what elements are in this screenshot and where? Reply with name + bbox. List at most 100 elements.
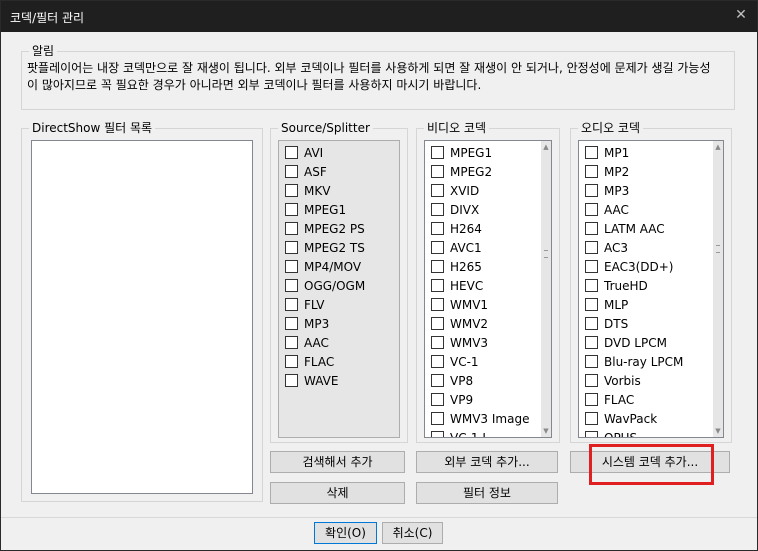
checkbox[interactable] (431, 222, 444, 235)
checkbox[interactable] (585, 393, 598, 406)
checkbox[interactable] (585, 336, 598, 349)
video-codec-item[interactable]: MPEG1 (431, 143, 492, 162)
audio-codec-item[interactable]: LATM AAC (585, 219, 665, 238)
audio-codec-list[interactable]: OPUS WavPack FLAC Vorbis Blu-ray LPCM DVD LPC… (578, 140, 724, 438)
directshow-filter-list[interactable] (31, 140, 253, 494)
checkbox[interactable] (431, 279, 444, 292)
source-splitter-item[interactable]: OGG/OGM (285, 276, 365, 295)
checkbox[interactable] (585, 165, 598, 178)
source-splitter-item[interactable]: MPEG1 (285, 200, 346, 219)
external-codec-add-button[interactable]: 외부 코덱 추가... (416, 451, 558, 473)
source-splitter-item[interactable]: MP4/MOV (285, 257, 361, 276)
checkbox[interactable] (431, 374, 444, 387)
checkbox[interactable] (585, 317, 598, 330)
video-codec-item[interactable]: AVC1 (431, 238, 482, 257)
video-codec-item[interactable]: H265 (431, 257, 482, 276)
cancel-button[interactable]: 취소(C) (382, 522, 443, 544)
video-codec-item[interactable]: VP9 (431, 390, 473, 409)
checkbox[interactable] (285, 222, 298, 235)
checkbox[interactable] (585, 222, 598, 235)
video-codec-item[interactable]: WMV2 (431, 314, 488, 333)
checkbox[interactable] (431, 298, 444, 311)
checkbox[interactable] (285, 374, 298, 387)
checkbox[interactable] (285, 241, 298, 254)
delete-button[interactable]: 삭제 (270, 482, 405, 504)
checkbox[interactable] (285, 203, 298, 216)
video-codec-list[interactable]: VC-1 I WMV3 Image VP9 VP8 VC-1 WMV3 WMV2 WMV1 HE… (424, 140, 552, 438)
scroll-down-arrow-icon[interactable]: ▼ (542, 427, 550, 435)
checkbox[interactable] (285, 184, 298, 197)
checkbox[interactable] (431, 184, 444, 197)
checkbox[interactable] (285, 146, 298, 159)
scroll-grip-icon[interactable] (716, 245, 720, 253)
checkbox[interactable] (585, 260, 598, 273)
scroll-up-arrow-icon[interactable]: ▲ (714, 143, 722, 151)
audio-codec-item[interactable]: AC3 (585, 238, 628, 257)
audio-codec-item[interactable]: Vorbis (585, 371, 641, 390)
source-splitter-list[interactable]: WAVE FLAC AAC MP3 FLV OGG/OGM MP4/MOV MPEG2 TS M… (278, 140, 400, 438)
checkbox[interactable] (585, 412, 598, 425)
checkbox[interactable] (585, 184, 598, 197)
checkbox[interactable] (285, 317, 298, 330)
checkbox[interactable] (431, 336, 444, 349)
checkbox[interactable] (585, 241, 598, 254)
search-add-button[interactable]: 검색해서 추가 (270, 451, 405, 473)
audio-codec-scrollbar[interactable]: ▲ ▼ (713, 141, 723, 437)
source-splitter-item[interactable]: ASF (285, 162, 327, 181)
checkbox[interactable] (431, 317, 444, 330)
video-codec-item[interactable]: WMV3 (431, 333, 488, 352)
checkbox[interactable] (585, 146, 598, 159)
audio-codec-item[interactable]: MP2 (585, 162, 629, 181)
checkbox[interactable] (431, 241, 444, 254)
audio-codec-item[interactable]: AAC (585, 200, 629, 219)
source-splitter-item[interactable]: AAC (285, 333, 329, 352)
checkbox[interactable] (585, 298, 598, 311)
video-codec-item[interactable]: WMV1 (431, 295, 488, 314)
audio-codec-item[interactable]: MP3 (585, 181, 629, 200)
checkbox[interactable] (431, 146, 444, 159)
ok-button[interactable]: 확인(O) (314, 522, 377, 544)
audio-codec-item[interactable]: MLP (585, 295, 628, 314)
filter-info-button[interactable]: 필터 정보 (416, 482, 558, 504)
scroll-grip-icon[interactable] (544, 250, 548, 258)
checkbox[interactable] (431, 203, 444, 216)
video-codec-item[interactable]: WMV3 Image (431, 409, 529, 428)
source-splitter-item[interactable]: WAVE (285, 371, 338, 390)
audio-codec-item[interactable]: MP1 (585, 143, 629, 162)
audio-codec-item[interactable]: EAC3(DD+) (585, 257, 674, 276)
checkbox[interactable] (285, 355, 298, 368)
checkbox[interactable] (285, 298, 298, 311)
checkbox[interactable] (431, 165, 444, 178)
audio-codec-item[interactable]: OPUS (585, 428, 637, 437)
audio-codec-item[interactable]: TrueHD (585, 276, 648, 295)
checkbox[interactable] (585, 279, 598, 292)
checkbox[interactable] (431, 412, 444, 425)
video-codec-item[interactable]: VC-1 (431, 352, 479, 371)
checkbox[interactable] (285, 260, 298, 273)
audio-codec-item[interactable]: DVD LPCM (585, 333, 667, 352)
checkbox[interactable] (431, 260, 444, 273)
scroll-up-arrow-icon[interactable]: ▲ (542, 143, 550, 151)
source-splitter-item[interactable]: MP3 (285, 314, 329, 333)
checkbox[interactable] (431, 355, 444, 368)
close-icon[interactable]: ✕ (733, 7, 749, 23)
audio-codec-item[interactable]: DTS (585, 314, 628, 333)
checkbox[interactable] (585, 203, 598, 216)
scroll-down-arrow-icon[interactable]: ▼ (714, 427, 722, 435)
checkbox[interactable] (585, 431, 598, 437)
video-codec-item[interactable]: H264 (431, 219, 482, 238)
source-splitter-item[interactable]: FLV (285, 295, 324, 314)
checkbox[interactable] (431, 393, 444, 406)
video-codec-item[interactable]: HEVC (431, 276, 483, 295)
source-splitter-item[interactable]: MKV (285, 181, 330, 200)
video-codec-item[interactable]: VC-1 I (431, 428, 486, 437)
audio-codec-item[interactable]: FLAC (585, 390, 634, 409)
video-codec-item[interactable]: MPEG2 (431, 162, 492, 181)
source-splitter-item[interactable]: MPEG2 TS (285, 238, 365, 257)
checkbox[interactable] (285, 336, 298, 349)
checkbox[interactable] (585, 374, 598, 387)
source-splitter-item[interactable]: MPEG2 PS (285, 219, 365, 238)
source-splitter-item[interactable]: AVI (285, 143, 323, 162)
checkbox[interactable] (285, 165, 298, 178)
video-codec-item[interactable]: DIVX (431, 200, 479, 219)
